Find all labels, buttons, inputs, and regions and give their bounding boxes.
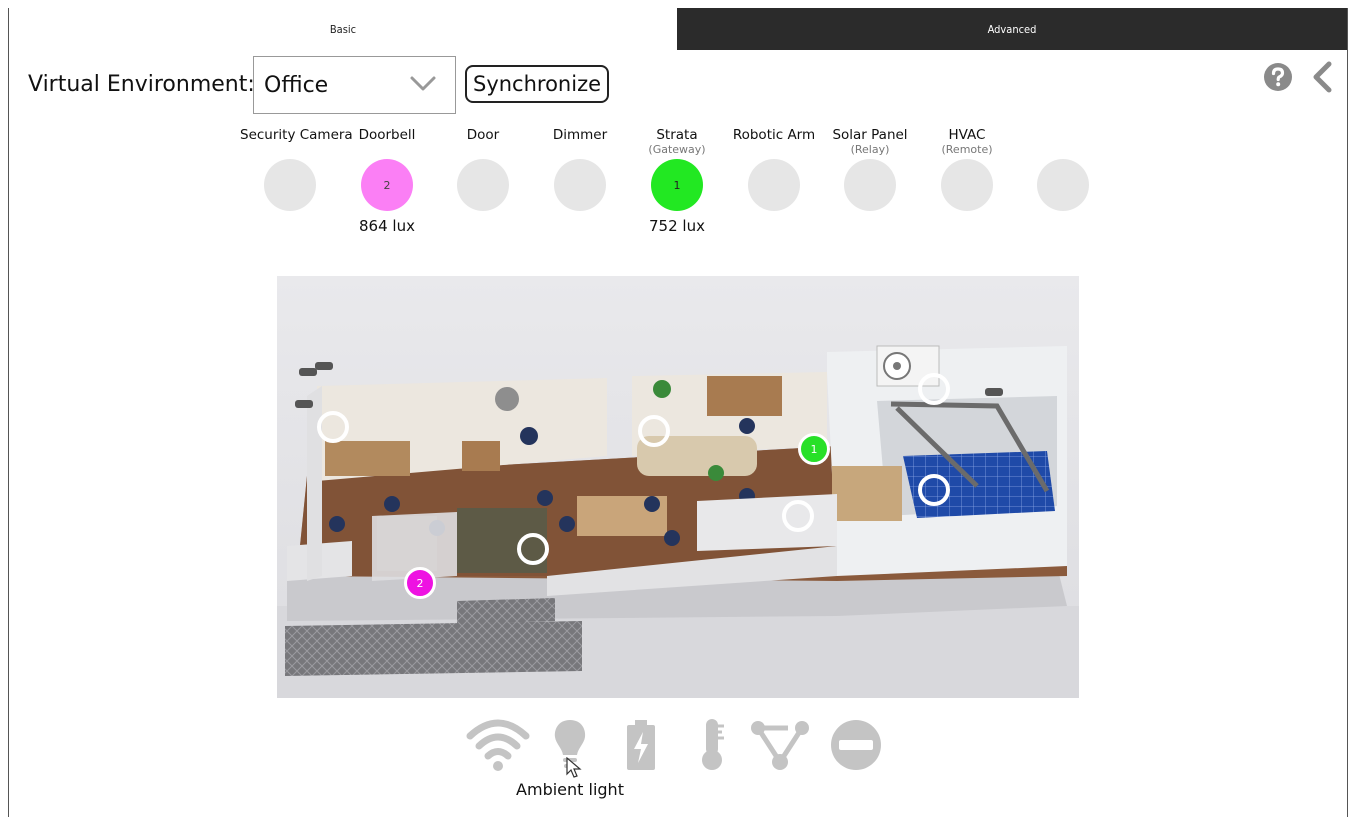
- sensor-marker-reception[interactable]: [638, 415, 670, 447]
- office-floorplan-scene: 1 2: [277, 276, 1079, 698]
- device-reading: 864 lux: [359, 217, 415, 235]
- help-icon[interactable]: [1263, 62, 1293, 92]
- device-button[interactable]: [457, 159, 509, 211]
- device-dimmer: Dimmer: [530, 126, 630, 211]
- device-reading: 752 lux: [649, 217, 705, 235]
- device-name: Dimmer: [552, 127, 608, 143]
- environment-select-value: Office: [264, 72, 329, 98]
- device-button[interactable]: [941, 159, 993, 211]
- device-name: Solar Panel: [832, 127, 908, 143]
- back-chevron-icon[interactable]: [1310, 61, 1334, 93]
- sensor-marker-strata[interactable]: 1: [798, 433, 830, 465]
- device-name: Strata: [656, 127, 698, 143]
- mouse-cursor-icon: [566, 757, 582, 778]
- device-name: [1013, 126, 1113, 144]
- synchronize-button[interactable]: Synchronize: [465, 65, 609, 103]
- device-doorbell: Doorbell 2 864 lux: [337, 126, 437, 235]
- device-button[interactable]: [264, 159, 316, 211]
- wifi-icon[interactable]: [466, 716, 530, 772]
- device-subtitle: [240, 144, 340, 158]
- device-subtitle: [724, 144, 824, 158]
- device-name: Doorbell: [358, 127, 416, 143]
- toolbar-caption: Ambient light: [516, 780, 624, 799]
- network-icon[interactable]: [748, 716, 812, 772]
- battery-icon[interactable]: [623, 716, 659, 772]
- chevron-down-icon: [410, 76, 436, 91]
- device-robotic-arm: Robotic Arm: [724, 126, 824, 211]
- device-button[interactable]: 1: [651, 159, 703, 211]
- device-unassigned: [1013, 126, 1113, 211]
- device-subtitle: [530, 144, 630, 158]
- device-name: Robotic Arm: [732, 127, 816, 143]
- environment-select[interactable]: Office: [253, 56, 456, 114]
- sensor-marker-solar-panel[interactable]: [918, 474, 950, 506]
- disable-icon[interactable]: [829, 716, 883, 772]
- sensor-marker-dimmer[interactable]: [517, 533, 549, 565]
- device-door: Door: [433, 126, 533, 211]
- sensor-marker-robotic-arm[interactable]: [782, 500, 814, 532]
- device-subtitle: (Relay): [850, 143, 890, 156]
- device-subtitle: (Gateway): [648, 143, 706, 156]
- device-strata: Strata (Gateway) 1 752 lux: [627, 126, 727, 235]
- device-button[interactable]: [554, 159, 606, 211]
- device-button[interactable]: 2: [361, 159, 413, 211]
- office-floorplan-illustration: [277, 276, 1079, 698]
- device-solar-panel: Solar Panel (Relay): [820, 126, 920, 211]
- device-subtitle: [1013, 144, 1113, 158]
- sensor-marker-security-camera[interactable]: [317, 411, 349, 443]
- device-hvac: HVAC (Remote): [917, 126, 1017, 211]
- device-name: HVAC: [948, 127, 986, 143]
- device-security-camera: Security Camera: [240, 126, 353, 211]
- device-button[interactable]: [844, 159, 896, 211]
- device-subtitle: [337, 144, 437, 158]
- thermometer-icon[interactable]: [697, 716, 727, 772]
- environment-label: Virtual Environment:: [28, 72, 255, 97]
- device-button[interactable]: [748, 159, 800, 211]
- device-subtitle: (Remote): [941, 143, 993, 156]
- device-subtitle: [433, 144, 533, 158]
- sensor-marker-hvac[interactable]: [918, 373, 950, 405]
- tab-advanced[interactable]: Advanced: [677, 8, 1347, 50]
- tab-basic[interactable]: Basic: [9, 8, 677, 50]
- device-name: Door: [466, 127, 500, 143]
- device-name: Security Camera: [240, 127, 353, 143]
- device-button[interactable]: [1037, 159, 1089, 211]
- sensor-marker-doorbell[interactable]: 2: [404, 567, 436, 599]
